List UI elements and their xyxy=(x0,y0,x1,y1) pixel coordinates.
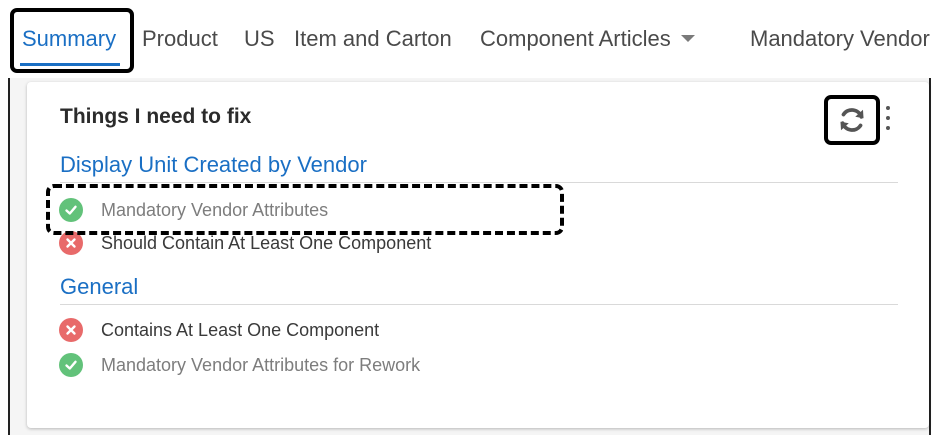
section-divider xyxy=(60,304,898,305)
caret-down-icon xyxy=(680,34,695,42)
refresh-button[interactable] xyxy=(824,95,880,145)
refresh-icon xyxy=(840,108,864,132)
mandatory-attributes-highlight xyxy=(46,184,564,235)
rule-label: Should Contain At Least One Component xyxy=(101,232,432,253)
section-title-general[interactable]: General xyxy=(60,274,138,300)
frame-border-right xyxy=(929,78,931,435)
rule-item: Contains At Least One Component xyxy=(59,316,379,344)
rule-label: Contains At Least One Component xyxy=(101,319,380,340)
tab-component-articles[interactable]: Component Articles xyxy=(480,26,695,52)
section-divider xyxy=(60,182,898,183)
tab-component-articles-label: Component Articles xyxy=(480,26,671,51)
rule-item: Mandatory Vendor Attributes for Rework xyxy=(59,351,420,379)
summary-tab-highlight xyxy=(10,8,134,73)
check-circle-icon xyxy=(59,353,83,377)
x-circle-icon xyxy=(59,318,83,342)
section-title-display-unit[interactable]: Display Unit Created by Vendor xyxy=(60,152,367,178)
frame-border-left xyxy=(8,78,10,435)
rule-label: Mandatory Vendor Attributes for Rework xyxy=(101,354,421,375)
tab-bar: Summary Product US Item and Carton Compo… xyxy=(0,0,935,78)
tab-us[interactable]: US xyxy=(244,26,275,52)
tab-product[interactable]: Product xyxy=(142,26,218,52)
tab-mandatory-vendor[interactable]: Mandatory Vendor xyxy=(750,26,930,52)
tab-item-and-carton[interactable]: Item and Carton xyxy=(294,26,452,52)
card-title: Things I need to fix xyxy=(60,105,252,128)
more-vertical-icon[interactable] xyxy=(884,106,892,130)
